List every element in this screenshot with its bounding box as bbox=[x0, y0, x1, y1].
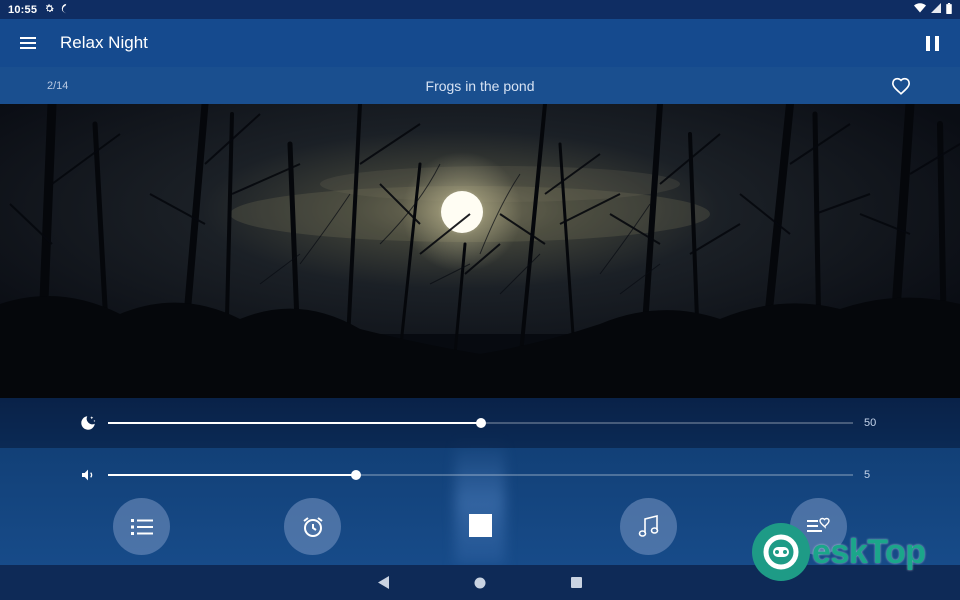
volume-fill bbox=[108, 474, 357, 476]
music-note-icon bbox=[638, 514, 658, 537]
volume-slider[interactable] bbox=[108, 470, 853, 480]
home-icon bbox=[474, 577, 486, 588]
battery-icon bbox=[946, 2, 952, 17]
status-icons-left bbox=[44, 3, 71, 17]
alarm-button[interactable] bbox=[284, 498, 341, 555]
app-bar: Relax Night bbox=[0, 19, 960, 67]
recents-icon bbox=[570, 577, 582, 588]
moon-icon bbox=[60, 3, 71, 17]
sounds-button[interactable] bbox=[620, 498, 677, 555]
scene-image bbox=[0, 104, 960, 398]
watermark: eskTop bbox=[752, 522, 926, 582]
sleep-timer-value: 50 bbox=[864, 417, 877, 429]
sleep-timer-row: 50 bbox=[0, 398, 960, 448]
moon-stars-icon bbox=[78, 413, 98, 433]
playlist-button[interactable] bbox=[113, 498, 170, 555]
status-icons-right bbox=[914, 2, 952, 17]
sleep-timer-fill bbox=[108, 422, 481, 424]
wifi-icon bbox=[914, 3, 926, 16]
hamburger-menu-icon bbox=[20, 37, 36, 49]
heart-outline-icon bbox=[891, 77, 911, 95]
volume-thumb[interactable] bbox=[351, 470, 362, 480]
menu-button[interactable] bbox=[0, 19, 56, 67]
track-info-bar: 2/14 Frogs in the pond bbox=[0, 67, 960, 104]
alarm-clock-icon bbox=[302, 516, 323, 537]
list-icon bbox=[130, 518, 153, 535]
signal-icon bbox=[931, 3, 941, 16]
volume-row: 5 bbox=[0, 450, 960, 500]
pause-button[interactable] bbox=[904, 19, 960, 67]
favorite-button[interactable] bbox=[886, 71, 916, 101]
sleep-timer-slider[interactable] bbox=[108, 418, 853, 428]
track-title: Frogs in the pond bbox=[425, 77, 535, 94]
back-icon bbox=[378, 576, 389, 589]
gear-icon bbox=[44, 3, 55, 17]
app-title: Relax Night bbox=[60, 33, 148, 52]
recents-button[interactable] bbox=[556, 565, 596, 600]
volume-value: 5 bbox=[864, 469, 871, 481]
home-button[interactable] bbox=[460, 565, 500, 600]
watermark-text: eskTop bbox=[812, 532, 926, 571]
pause-icon bbox=[925, 35, 939, 51]
speaker-icon bbox=[78, 465, 98, 485]
sleep-timer-thumb[interactable] bbox=[475, 418, 486, 428]
status-bar: 10:55 bbox=[0, 0, 960, 19]
back-button[interactable] bbox=[364, 565, 404, 600]
track-index: 2/14 bbox=[47, 79, 69, 92]
stop-button[interactable] bbox=[469, 514, 492, 537]
watermark-logo bbox=[752, 523, 810, 581]
status-time: 10:55 bbox=[8, 3, 38, 16]
